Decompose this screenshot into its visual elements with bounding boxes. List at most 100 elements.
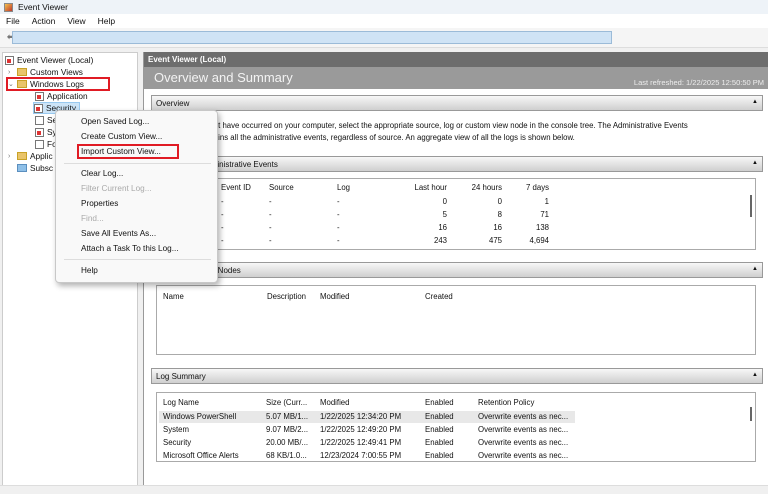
- highlight-import-custom-view: [77, 144, 179, 159]
- column-header[interactable]: Name: [163, 292, 184, 301]
- menu-item-find: Find...: [81, 214, 104, 223]
- menu-item-create-custom-view[interactable]: Create Custom View...: [81, 132, 162, 141]
- last-refreshed: Last refreshed: 1/22/2025 12:50:50 PM: [633, 78, 764, 87]
- recent-nodes-section-header[interactable]: Recently Viewed Nodes▲: [151, 262, 763, 278]
- highlight-windows-logs: [6, 77, 110, 91]
- table-cell: -: [269, 210, 272, 219]
- table-cell[interactable]: Overwrite events as nec...: [478, 438, 568, 447]
- menu-item-properties[interactable]: Properties: [81, 199, 118, 208]
- column-header[interactable]: 7 days: [504, 183, 549, 192]
- menu-view[interactable]: View: [67, 16, 85, 26]
- scrollbar-thumb[interactable]: [750, 407, 752, 421]
- tree-node-application[interactable]: Application: [35, 90, 88, 102]
- show-hide-action-pane-icon[interactable]: [12, 31, 612, 44]
- column-header[interactable]: Modified: [320, 398, 349, 407]
- event-viewer-icon: [5, 55, 14, 65]
- menu-help[interactable]: Help: [98, 16, 115, 26]
- column-header[interactable]: 24 hours: [457, 183, 502, 192]
- log-icon: [35, 115, 44, 125]
- table-cell: 8: [497, 210, 502, 219]
- column-header[interactable]: Source: [269, 183, 294, 192]
- column-header[interactable]: Description: [267, 292, 306, 301]
- tree-node-event-viewer-local[interactable]: Event Viewer (Local): [5, 54, 93, 66]
- menu-item-attach-task[interactable]: Attach a Task To this Log...: [81, 244, 179, 253]
- table-cell[interactable]: 1/22/2025 12:34:20 PM: [320, 412, 401, 421]
- title-bar: Event Viewer: [0, 0, 768, 14]
- subscriptions-icon: [17, 164, 27, 172]
- table-cell: 71: [540, 210, 549, 219]
- menu-file[interactable]: File: [6, 16, 20, 26]
- table-cell[interactable]: System: [163, 425, 189, 434]
- collapse-icon[interactable]: ▲: [752, 372, 758, 378]
- folder-icon: [17, 152, 27, 160]
- table-cell[interactable]: 1/22/2025 12:49:20 PM: [320, 425, 401, 434]
- column-header[interactable]: Modified: [320, 292, 349, 301]
- column-header[interactable]: Last hour: [402, 183, 447, 192]
- folder-icon: [17, 68, 27, 76]
- tree-node-setup[interactable]: Se: [35, 114, 57, 126]
- table-cell[interactable]: Overwrite events as nec...: [478, 412, 568, 421]
- table-cell: -: [337, 210, 340, 219]
- table-cell[interactable]: 68 KB/1.0...: [266, 451, 307, 460]
- chevron-right-icon[interactable]: ›: [8, 153, 14, 160]
- menu-separator: [64, 163, 211, 164]
- pane-header: Event Viewer (Local): [144, 52, 768, 67]
- table-cell: 0: [442, 197, 447, 206]
- table-cell[interactable]: Security: [163, 438, 191, 447]
- column-header[interactable]: Retention Policy: [478, 398, 534, 407]
- collapse-icon[interactable]: ▲: [752, 266, 758, 272]
- table-cell: 16: [438, 223, 447, 232]
- status-bar: [0, 485, 768, 494]
- column-header[interactable]: Event ID: [221, 183, 251, 192]
- table-cell: 243: [433, 236, 447, 245]
- table-cell[interactable]: 20.00 MB/...: [266, 438, 308, 447]
- collapse-icon[interactable]: ▲: [752, 160, 758, 166]
- admin-events-table: Event TypeEvent IDSourceLogLast hour24 h…: [156, 178, 756, 250]
- table-cell[interactable]: Enabled: [425, 425, 454, 434]
- column-header[interactable]: Log Name: [163, 398, 199, 407]
- chevron-right-icon[interactable]: ›: [8, 69, 14, 76]
- toolbar: ⬅ ➡ ?: [0, 28, 768, 48]
- table-cell: 1: [544, 197, 549, 206]
- table-cell: 16: [493, 223, 502, 232]
- overview-section-header[interactable]: Overview ▲: [151, 95, 763, 111]
- table-cell[interactable]: Enabled: [425, 412, 454, 421]
- admin-events-section-header[interactable]: Summary of Administrative Events▲: [151, 156, 763, 172]
- log-icon: [35, 91, 44, 101]
- log-icon: [34, 103, 43, 113]
- table-cell[interactable]: Overwrite events as nec...: [478, 451, 568, 460]
- table-cell: -: [221, 223, 224, 232]
- column-header[interactable]: Size (Curr...: [266, 398, 307, 407]
- table-cell[interactable]: Enabled: [425, 438, 454, 447]
- table-cell: -: [337, 197, 340, 206]
- window-title: Event Viewer: [18, 2, 68, 12]
- tree-node-system[interactable]: Sy: [35, 126, 57, 138]
- table-cell[interactable]: 5.07 MB/1...: [266, 412, 308, 421]
- table-cell[interactable]: Windows PowerShell: [163, 412, 236, 421]
- menu-item-save-all-events-as[interactable]: Save All Events As...: [81, 229, 156, 238]
- menu-action[interactable]: Action: [32, 16, 56, 26]
- table-cell: -: [269, 236, 272, 245]
- tree-node-subscriptions[interactable]: Subsc: [17, 162, 53, 174]
- collapse-icon[interactable]: ▲: [752, 99, 758, 105]
- scrollbar-thumb[interactable]: [750, 195, 752, 217]
- menu-item-open-saved-log[interactable]: Open Saved Log...: [81, 117, 149, 126]
- log-summary-section-header[interactable]: Log Summary ▲: [151, 368, 763, 384]
- table-cell[interactable]: 12/23/2024 7:00:55 PM: [320, 451, 401, 460]
- table-cell[interactable]: Overwrite events as nec...: [478, 425, 568, 434]
- tree-node-applications-and-services[interactable]: › Applic: [8, 150, 53, 162]
- menu-bar: File Action View Help: [0, 14, 768, 28]
- menu-item-help[interactable]: Help: [81, 266, 98, 275]
- log-summary-table: Log Name Size (Curr... Modified Enabled Rete…: [156, 392, 756, 462]
- menu-item-clear-log[interactable]: Clear Log...: [81, 169, 123, 178]
- table-cell[interactable]: Microsoft Office Alerts: [163, 451, 239, 460]
- table-cell[interactable]: Enabled: [425, 451, 454, 460]
- column-header[interactable]: Created: [425, 292, 453, 301]
- column-header[interactable]: Log: [337, 183, 350, 192]
- overview-text: To view events that have occurred on you…: [154, 121, 688, 142]
- table-cell[interactable]: 9.07 MB/2...: [266, 425, 308, 434]
- column-header[interactable]: Enabled: [425, 398, 454, 407]
- table-cell: -: [221, 236, 224, 245]
- tree-node-forwarded-events[interactable]: Fo: [35, 138, 57, 150]
- table-cell[interactable]: 1/22/2025 12:49:41 PM: [320, 438, 401, 447]
